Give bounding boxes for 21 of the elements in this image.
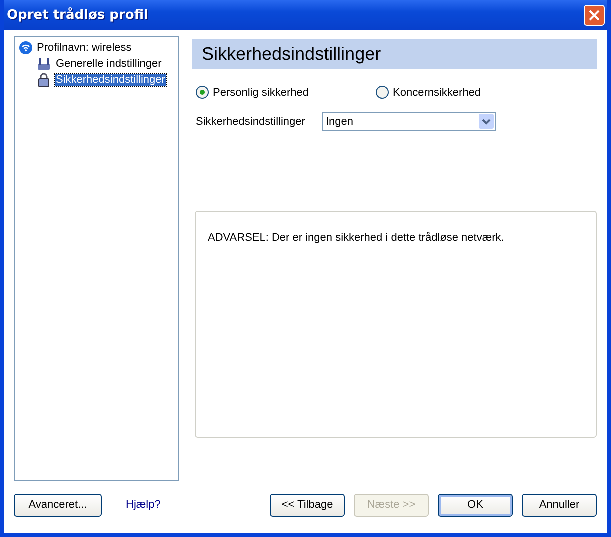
field-label: Sikkerhedsindstillinger	[196, 116, 306, 128]
dialog-button[interactable]: << Tilbage	[270, 494, 345, 516]
section-heading: Sikkerhedsindstillinger	[192, 39, 597, 69]
radio-option[interactable]: Koncernsikkerhed	[376, 86, 556, 99]
close-icon	[589, 10, 600, 20]
tree-item[interactable]: Generelle indstillinger	[55, 58, 163, 70]
dialog-button[interactable]: OK	[438, 494, 513, 516]
advanced-button[interactable]: Avanceret...	[14, 494, 102, 516]
radio-option[interactable]: Personlig sikkerhed	[196, 86, 376, 99]
window-title: Opret trådløs profil	[7, 8, 148, 22]
lock-icon	[36, 72, 52, 88]
security-dropdown[interactable]: Ingen	[322, 112, 496, 131]
network-adapter-icon	[36, 56, 52, 72]
dialog-button[interactable]: Annuller	[522, 494, 597, 516]
wifi-icon	[19, 41, 33, 55]
warning-text: ADVARSEL: Der er ingen sikkerhed i dette trådløse netværk.	[208, 232, 504, 244]
tree-item[interactable]: Sikkerhedsindstillinger	[55, 74, 166, 86]
help-link[interactable]: Hjælp?	[126, 499, 161, 511]
tree-item[interactable]: Profilnavn: wireless	[36, 42, 133, 54]
chevron-down-icon	[482, 118, 491, 124]
close-button[interactable]	[584, 4, 605, 26]
